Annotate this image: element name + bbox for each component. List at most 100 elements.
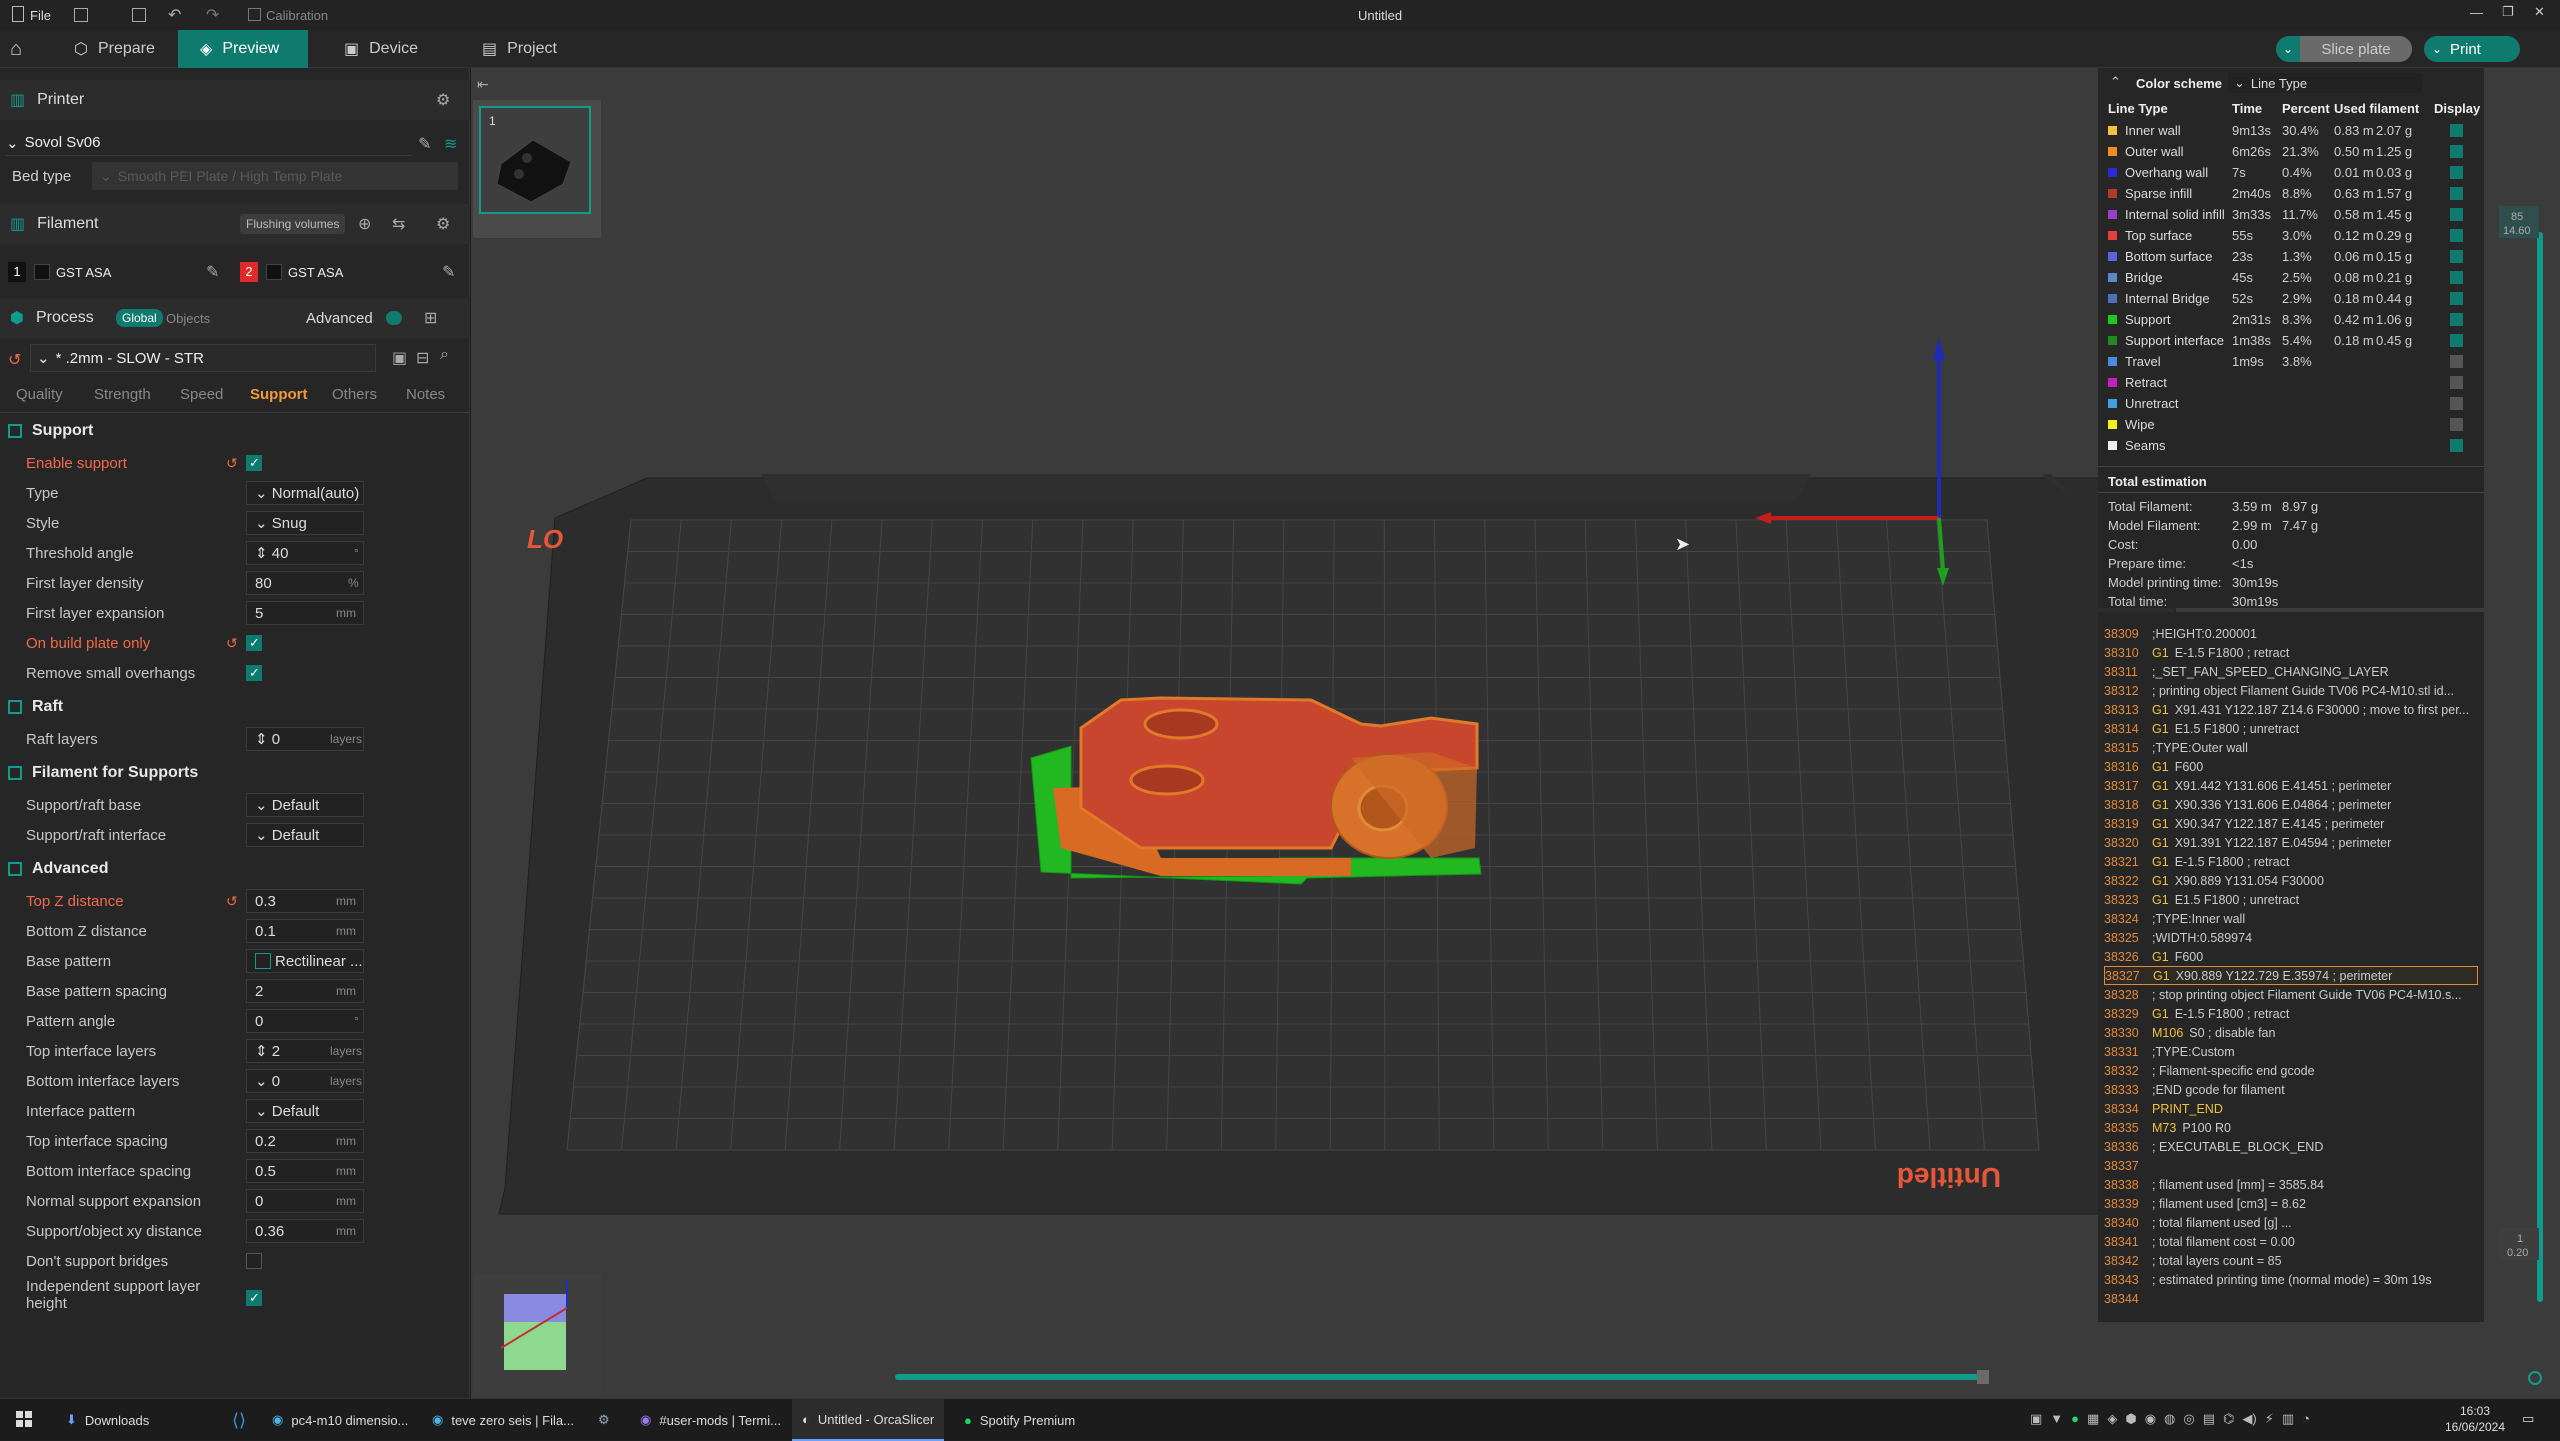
objects-toggle[interactable]: Objects xyxy=(166,311,210,326)
gcode-line[interactable]: 38316G1F600 xyxy=(2104,757,2478,776)
taskbar-browser-2[interactable]: ◉teve zero seis | Fila... xyxy=(422,1399,584,1441)
enable-support-checkbox[interactable] xyxy=(246,455,262,471)
edit-filament-icon[interactable]: ✎ xyxy=(206,262,219,282)
clock[interactable]: 16:03 16/06/2024 xyxy=(2440,1403,2510,1435)
printer-edit-icon[interactable]: ✎ xyxy=(418,134,431,154)
tray-icon[interactable]: ◉ xyxy=(2145,1411,2156,1427)
gcode-line[interactable]: 38309;HEIGHT:0.200001 xyxy=(2104,624,2478,643)
gcode-line[interactable]: 38323G1E1.5 F1800 ; unretract xyxy=(2104,890,2478,909)
setting-input[interactable]: 0 xyxy=(246,1009,364,1033)
display-checkbox[interactable] xyxy=(2450,313,2463,326)
display-checkbox[interactable] xyxy=(2450,229,2463,242)
collapse-legend-icon[interactable]: ⌃ xyxy=(2110,74,2121,90)
first-density-input[interactable]: 80 xyxy=(246,571,364,595)
display-checkbox[interactable] xyxy=(2450,376,2463,389)
taskbar-vscode[interactable]: ⟨⟩ xyxy=(222,1399,256,1441)
taskbar-steam[interactable]: ⚙ xyxy=(588,1399,620,1441)
tray-icon[interactable]: ▦ xyxy=(2087,1411,2099,1427)
gcode-line[interactable]: 38312; printing object Filament Guide TV… xyxy=(2104,681,2478,700)
add-filament-icon[interactable]: ⊕ xyxy=(358,214,371,234)
legend-row[interactable]: Wipe xyxy=(2108,414,2478,435)
undo-icon[interactable]: ↶ xyxy=(168,5,181,25)
tab-support[interactable]: Support xyxy=(250,386,308,403)
tray-icon[interactable]: ⚡ xyxy=(2265,1411,2274,1427)
tray-icon[interactable]: ◍ xyxy=(2164,1411,2175,1427)
gcode-line[interactable]: 38326G1F600 xyxy=(2104,947,2478,966)
gcode-line[interactable]: 38335M73P100 R0 xyxy=(2104,1118,2478,1137)
global-toggle[interactable]: Global xyxy=(116,309,163,327)
gcode-line[interactable]: 38319G1X90.347 Y122.187 E.4145 ; perimet… xyxy=(2104,814,2478,833)
support-base-select[interactable]: ⌄ Default xyxy=(246,793,364,817)
maximize-icon[interactable]: ❐ xyxy=(2502,4,2514,20)
gcode-line[interactable]: 38317G1X91.442 Y131.606 E.41451 ; perime… xyxy=(2104,776,2478,795)
gcode-line[interactable]: 38332; Filament-specific end gcode xyxy=(2104,1061,2478,1080)
legend-row[interactable]: Support2m31s8.3%0.42 m1.06 g xyxy=(2108,309,2478,330)
gcode-line[interactable]: 38340; total filament used [g] ... xyxy=(2104,1213,2478,1232)
reset-icon[interactable]: ↺ xyxy=(226,893,238,910)
gcode-line[interactable]: 38328; stop printing object Filament Gui… xyxy=(2104,985,2478,1004)
calibration-icon[interactable] xyxy=(248,8,261,21)
gcode-line[interactable]: 38315;TYPE:Outer wall xyxy=(2104,738,2478,757)
legend-row[interactable]: Bottom surface23s1.3%0.06 m0.15 g xyxy=(2108,246,2478,267)
tray-icon[interactable]: ▣ xyxy=(2030,1411,2042,1427)
display-checkbox[interactable] xyxy=(2450,124,2463,137)
tab-device[interactable]: ▣Device xyxy=(322,30,440,68)
display-checkbox[interactable] xyxy=(2450,187,2463,200)
tray-icon[interactable]: ◔ xyxy=(2302,1411,2310,1427)
process-section-header[interactable]: ⬢ Process Global Objects Advanced ⊞ xyxy=(0,298,470,338)
display-checkbox[interactable] xyxy=(2450,208,2463,221)
support-style-select[interactable]: ⌄ Snug xyxy=(246,511,364,535)
taskbar-discord[interactable]: ◉#user-mods | Termi... xyxy=(630,1399,791,1441)
legend-row[interactable]: Inner wall9m13s30.4%0.83 m2.07 g xyxy=(2108,120,2478,141)
gcode-line[interactable]: 38321G1E-1.5 F1800 ; retract xyxy=(2104,852,2478,871)
settings-icon[interactable] xyxy=(2529,1372,2541,1384)
taskbar-downloads[interactable]: ⬇Downloads xyxy=(56,1399,159,1441)
filament-section-header[interactable]: ▥ Filament Flushing volumes ⊕ ⇆ ⚙ xyxy=(0,204,470,244)
reset-icon[interactable]: ↺ xyxy=(226,455,238,472)
horizontal-slider-handle[interactable] xyxy=(1977,1370,1989,1384)
gcode-viewer[interactable]: 38309;HEIGHT:0.20000138310G1E-1.5 F1800 … xyxy=(2098,612,2484,1322)
legend-row[interactable]: Internal solid infill3m33s11.7%0.58 m1.4… xyxy=(2108,204,2478,225)
tab-prepare[interactable]: ⬡Prepare xyxy=(52,30,177,68)
tab-strength[interactable]: Strength xyxy=(94,386,151,403)
compare-preset-icon[interactable]: ⊟ xyxy=(416,348,429,368)
search-icon[interactable]: ⌕ xyxy=(440,346,449,364)
display-checkbox[interactable] xyxy=(2450,166,2463,179)
save-icon[interactable] xyxy=(132,8,146,22)
flushing-volumes-button[interactable]: Flushing volumes xyxy=(240,214,345,234)
menu-calibration[interactable]: Calibration xyxy=(266,8,328,23)
tray-icon[interactable]: ▥ xyxy=(2282,1411,2294,1427)
taskbar-orcaslicer[interactable]: ◐Untitled - OrcaSlicer xyxy=(792,1399,944,1441)
gcode-line[interactable]: 38329G1E-1.5 F1800 ; retract xyxy=(2104,1004,2478,1023)
setting-input[interactable]: ⌄ Default xyxy=(246,1099,364,1123)
tray-icon[interactable]: ● xyxy=(2071,1411,2079,1427)
support-type-select[interactable]: ⌄ Normal(auto) xyxy=(246,481,364,505)
print-button[interactable]: ⌄ Print xyxy=(2424,36,2520,62)
dont-support-bridges-checkbox[interactable] xyxy=(246,1253,262,1269)
gcode-line[interactable]: 38333;END gcode for filament xyxy=(2104,1080,2478,1099)
display-checkbox[interactable] xyxy=(2450,418,2463,431)
legend-row[interactable]: Travel1m9s3.8% xyxy=(2108,351,2478,372)
display-checkbox[interactable] xyxy=(2450,271,2463,284)
home-icon[interactable]: ⌂ xyxy=(10,38,22,61)
minimize-icon[interactable]: — xyxy=(2470,5,2483,20)
taskbar-spotify[interactable]: ●Spotify Premium xyxy=(954,1399,1085,1441)
network-icon[interactable]: ⌬ xyxy=(2223,1411,2234,1427)
threshold-input[interactable]: ⇕ 40 xyxy=(246,541,364,565)
tray-icon[interactable]: ◈ xyxy=(2107,1411,2117,1427)
system-tray[interactable]: ▣▼●▦◈⬢◉◍◎▤⌬◀)⚡▥◔ xyxy=(2030,1411,2310,1427)
legend-row[interactable]: Overhang wall7s0.4%0.01 m0.03 g xyxy=(2108,162,2478,183)
gcode-line[interactable]: 38339; filament used [cm3] = 8.62 xyxy=(2104,1194,2478,1213)
tab-preview[interactable]: ◈Preview xyxy=(178,30,308,68)
gcode-line[interactable]: 38341; total filament cost = 0.00 xyxy=(2104,1232,2478,1251)
tray-icon[interactable]: ⬢ xyxy=(2125,1411,2136,1427)
dropdown-icon[interactable]: ⌄ xyxy=(2276,42,2300,56)
tray-icon[interactable]: ▤ xyxy=(2203,1411,2215,1427)
setting-input[interactable]: Rectilinear ... xyxy=(246,949,364,973)
gcode-line[interactable]: 38342; total layers count = 85 xyxy=(2104,1251,2478,1270)
gcode-line[interactable]: 38310G1E-1.5 F1800 ; retract xyxy=(2104,643,2478,662)
save-preset-icon[interactable]: ▣ xyxy=(392,348,407,368)
vertical-slider-track[interactable] xyxy=(2537,232,2543,1302)
legend-row[interactable]: Retract xyxy=(2108,372,2478,393)
close-icon[interactable]: ✕ xyxy=(2534,4,2545,20)
